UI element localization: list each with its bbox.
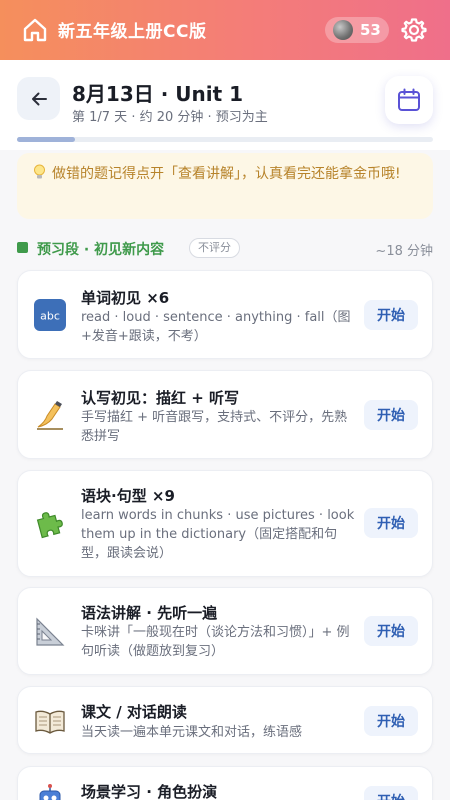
task-description: read · loud · sentence · anything · fall… (81, 310, 351, 344)
task-card-reading[interactable]: 课文 / 对话朗读 当天读一遍本单元课文和对话，练语感 开始 (17, 686, 433, 754)
coin-count: 53 (360, 21, 381, 39)
task-title: 场景学习 · 角色扮演 (81, 783, 218, 800)
lightbulb-icon (33, 164, 46, 179)
task-card-roleplay[interactable]: 场景学习 · 角色扮演 开始 (17, 766, 433, 800)
task-description: 当天读一遍本单元课文和对话，练语感 (81, 725, 303, 740)
calendar-button[interactable] (385, 76, 433, 124)
home-icon[interactable] (22, 17, 48, 43)
lesson-title: 8月13日 · Unit 1 (72, 82, 244, 106)
lesson-header: 8月13日 · Unit 1 第 1/7 天 · 约 20 分钟 · 预习为主 (0, 60, 450, 150)
start-button[interactable]: 开始 (364, 786, 418, 800)
day-progress-bar (17, 137, 433, 142)
puzzle-icon (32, 506, 68, 542)
task-card-chunks[interactable]: 语块·句型 ×9 learn words in chunks · use pic… (17, 470, 433, 577)
lesson-subtitle: 第 1/7 天 · 约 20 分钟 · 预习为主 (72, 110, 268, 125)
open-book-icon (32, 703, 68, 739)
tip-banner: 做错的题记得点开「查看讲解」，认真看完还能拿金币哦! (17, 153, 433, 219)
task-title: 语块·句型 ×9 (81, 487, 175, 505)
task-card-vocabulary[interactable]: abc 单词初见 ×6 read · loud · sentence · any… (17, 270, 433, 359)
coin-balance[interactable]: 53 (325, 17, 389, 43)
app-bar: 新五年级上册CC版 53 (0, 0, 450, 60)
start-button[interactable]: 开始 (364, 508, 418, 538)
start-button[interactable]: 开始 (364, 706, 418, 736)
task-title: 语法讲解 · 先听一遍 (81, 604, 218, 622)
coin-icon (333, 20, 353, 40)
tip-text: 做错的题记得点开「查看讲解」，认真看完还能拿金币哦! (52, 166, 401, 182)
triangle-ruler-icon (32, 614, 68, 650)
section-duration: ~18 分钟 (375, 244, 433, 259)
back-button[interactable] (17, 77, 60, 120)
task-card-grammar[interactable]: 语法讲解 · 先听一遍 卡咪讲「一般现在时（谈论方法和习惯）」+ 例句听读（做题… (17, 587, 433, 675)
section-marker (17, 242, 28, 253)
start-button[interactable]: 开始 (364, 400, 418, 430)
task-card-writing[interactable]: 认写初见：描红 + 听写 手写描红 + 听音跟写，支持式、不评分，先熟悉拼写 开… (17, 370, 433, 459)
arrow-left-icon (31, 92, 47, 105)
ungraded-badge: 不评分 (189, 238, 240, 258)
task-title: 单词初见 ×6 (81, 289, 170, 307)
section-label: 预习段 · 初见新内容 (37, 242, 165, 258)
start-button[interactable]: 开始 (364, 300, 418, 330)
task-description: 卡咪讲「一般现在时（谈论方法和习惯）」+ 例句听读（做题放到复习） (81, 625, 350, 659)
task-description: 手写描红 + 听音跟写，支持式、不评分，先熟悉拼写 (81, 410, 348, 444)
calendar-icon (398, 88, 420, 111)
svg-text:abc: abc (40, 310, 60, 323)
gear-icon[interactable] (401, 17, 427, 43)
writing-hand-icon (32, 397, 68, 433)
task-description: learn words in chunks · use pictures · l… (81, 508, 355, 561)
start-button[interactable]: 开始 (364, 616, 418, 646)
robot-icon (32, 781, 68, 800)
section-header: 预习段 · 初见新内容 不评分 ~18 分钟 (17, 238, 433, 260)
app-title: 新五年级上册CC版 (58, 22, 207, 42)
abc-icon: abc (32, 297, 68, 333)
task-title: 课文 / 对话朗读 (81, 703, 187, 721)
day-progress-fill (17, 137, 76, 142)
task-title: 认写初见：描红 + 听写 (81, 389, 240, 407)
